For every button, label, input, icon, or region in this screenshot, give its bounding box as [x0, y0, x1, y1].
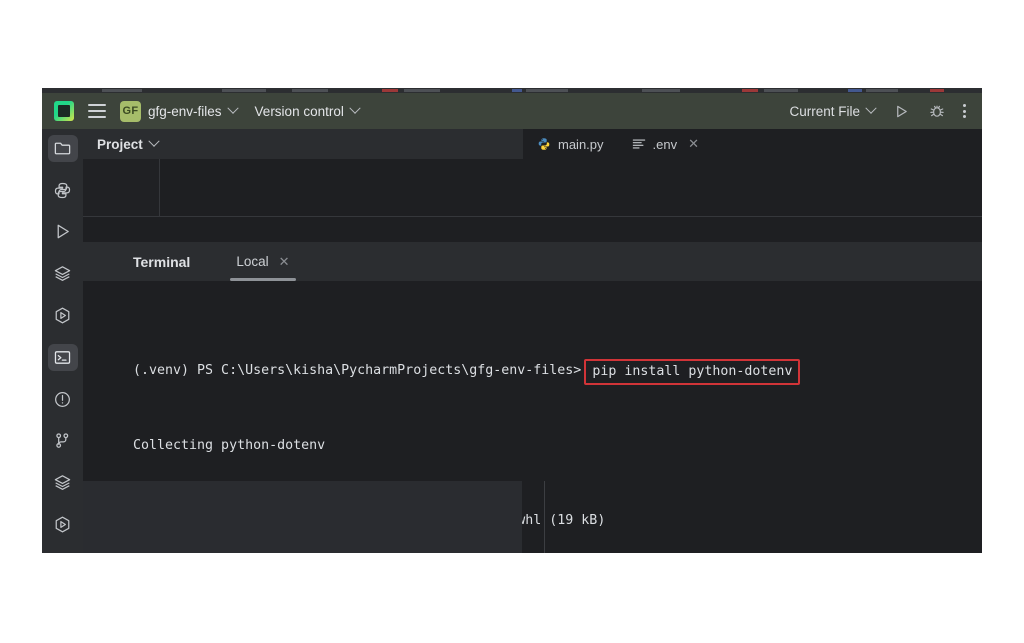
terminal-prompt-line: (.venv) PS C:\Users\kisha\PycharmProject… [133, 358, 982, 385]
terminal-tab-label: Local [236, 254, 269, 269]
project-panel-title: Project [97, 136, 143, 152]
env-file-icon [632, 139, 645, 149]
bottom-overlay-panel [83, 481, 522, 553]
chevron-down-icon [865, 102, 877, 114]
project-tree-and-editor [83, 159, 982, 216]
project-name-label: gfg-env-files [148, 103, 222, 119]
run-play-icon[interactable] [891, 101, 911, 121]
sidebar-item-services[interactable] [48, 469, 78, 496]
terminal-tab-local[interactable]: Local ✕ [230, 242, 296, 281]
terminal-title: Terminal [133, 253, 191, 270]
editor-tab-env[interactable]: .env ✕ [618, 129, 713, 159]
sidebar-item-project[interactable] [47, 135, 78, 162]
version-control-label: Version control [254, 103, 344, 119]
tool-window-rail [42, 129, 83, 553]
sidebar-item-problems[interactable] [48, 386, 78, 413]
python-file-icon [538, 138, 550, 150]
editor-tab-label: main.py [558, 136, 604, 152]
highlighted-command: pip install python-dotenv [584, 359, 801, 385]
project-selector[interactable]: GF gfg-env-files [120, 100, 239, 122]
sidebar-item-database[interactable] [48, 260, 78, 287]
debug-bug-icon[interactable] [927, 101, 947, 121]
sidebar-item-profiler[interactable] [48, 511, 78, 538]
sidebar-item-run-config[interactable] [48, 302, 78, 329]
sidebar-item-version-control[interactable] [48, 428, 78, 455]
editor-tab-bar: main.py .env ✕ [523, 129, 713, 159]
main-toolbar: GF gfg-env-files Version control Current… [42, 93, 982, 129]
pycharm-logo-icon [54, 101, 74, 121]
project-tree[interactable] [83, 159, 160, 216]
project-panel-header[interactable]: Project [83, 129, 523, 159]
panel-gap [83, 217, 982, 242]
editor-area[interactable] [160, 159, 982, 216]
sidebar-item-python-packages[interactable] [48, 177, 78, 204]
run-configuration-label: Current File [789, 103, 860, 119]
bottom-vertical-divider [544, 481, 545, 553]
hamburger-menu-icon[interactable] [88, 104, 106, 118]
terminal-prompt: (.venv) PS C:\Users\kisha\PycharmProject… [133, 363, 582, 378]
terminal-header: Terminal Local ✕ [83, 242, 982, 281]
sidebar-item-run[interactable] [48, 219, 78, 246]
chevron-down-icon [349, 102, 361, 114]
chevron-down-icon [148, 135, 160, 147]
editor-tab-label: .env [652, 136, 678, 152]
chevron-down-icon [226, 102, 239, 114]
screenshot-root: GF gfg-env-files Version control Current… [0, 0, 1024, 643]
version-control-menu[interactable]: Version control [254, 102, 361, 119]
more-vertical-icon[interactable] [963, 104, 966, 118]
editor-tab-main-py[interactable]: main.py [523, 129, 618, 159]
project-badge: GF [120, 100, 141, 122]
terminal-output-line: Collecting python-dotenv [133, 438, 326, 453]
close-icon[interactable]: ✕ [688, 136, 699, 152]
close-icon[interactable]: ✕ [279, 254, 290, 270]
pycharm-window: GF gfg-env-files Version control Current… [42, 88, 982, 553]
panel-header-row: Project main.py .env ✕ [83, 129, 982, 159]
run-configuration-selector[interactable]: Current File [789, 102, 877, 119]
sidebar-item-terminal[interactable] [47, 343, 78, 371]
